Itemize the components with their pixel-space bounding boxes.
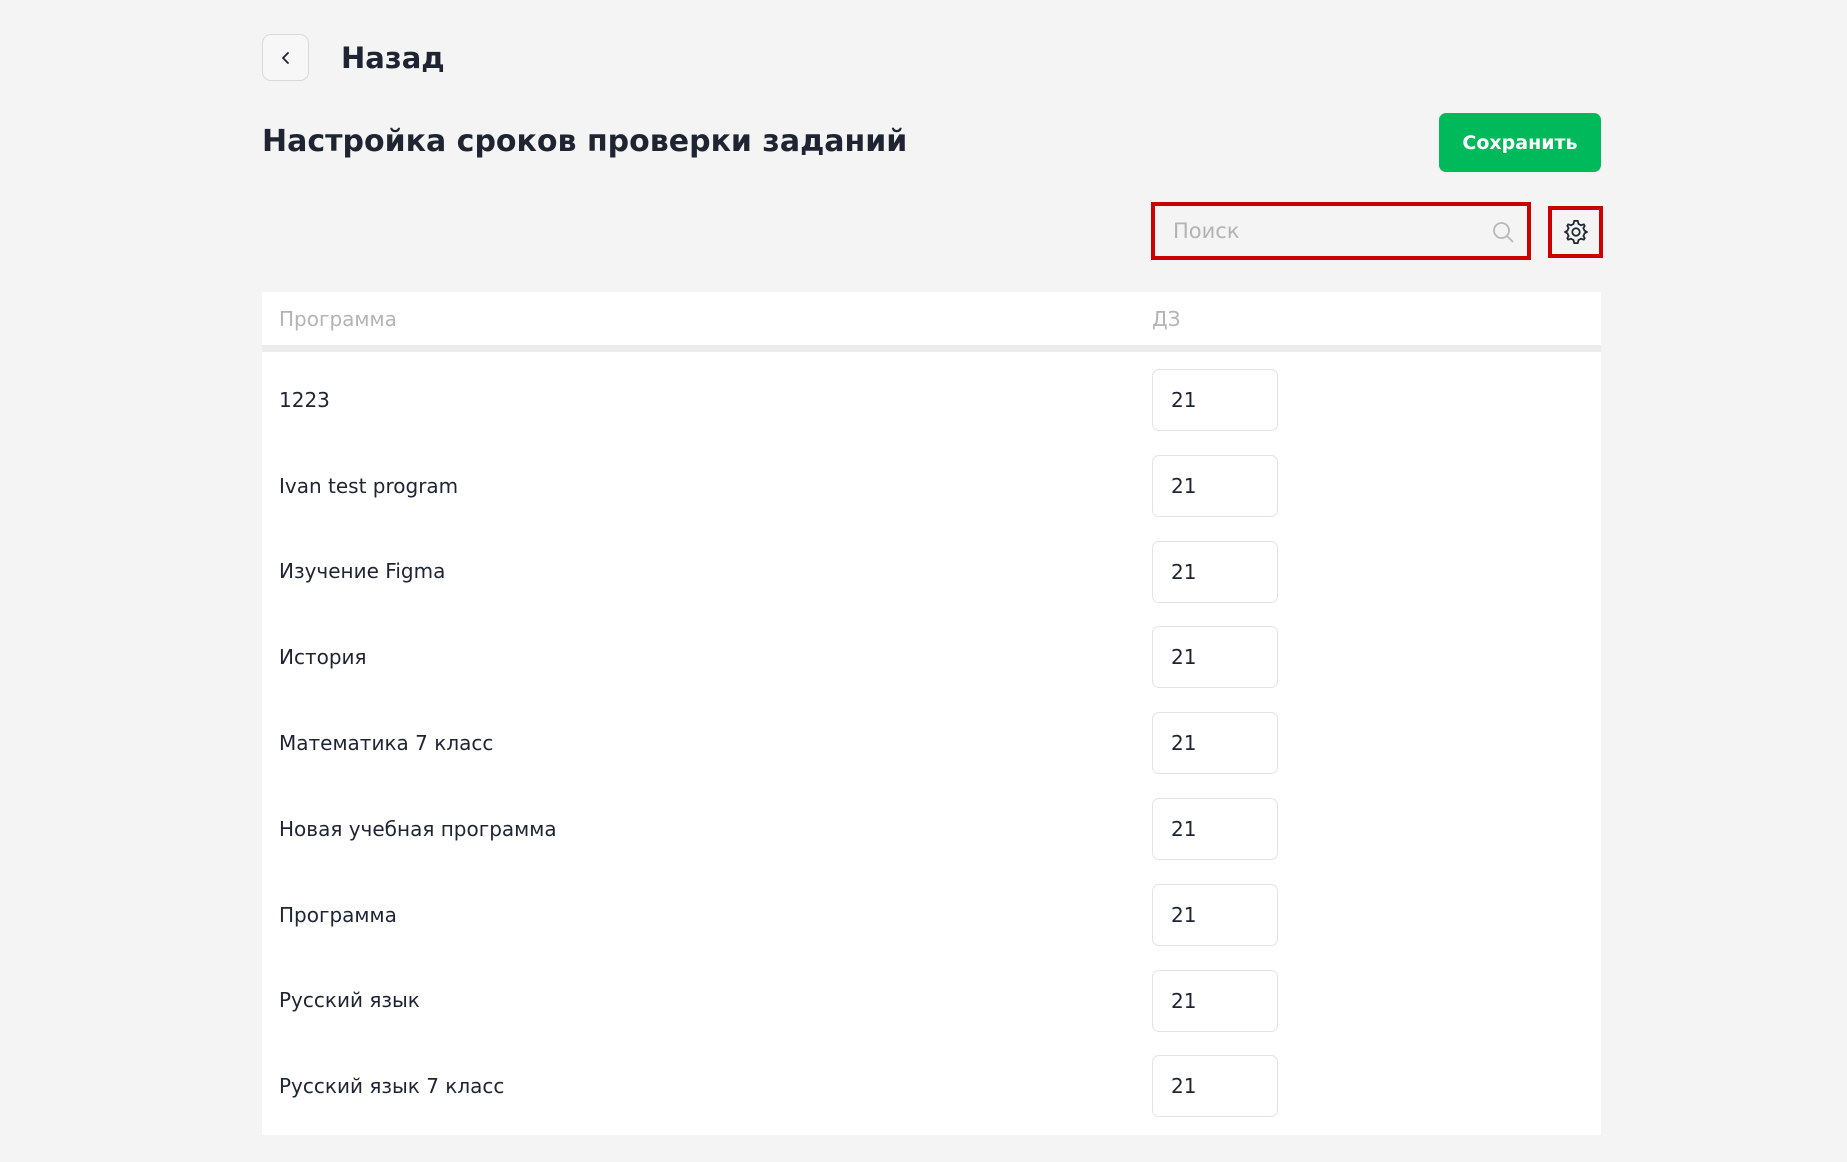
homework-days-input[interactable] [1152,369,1278,431]
search-box [1151,202,1531,260]
programs-table: Программа ДЗ 1223 Ivan test program Изуч… [262,292,1601,1136]
gear-icon [1563,220,1588,244]
table-row: Математика 7 класс [262,700,1601,786]
table-row: Русский язык [262,958,1601,1044]
homework-days-input[interactable] [1152,883,1278,946]
table-row: 1223 [262,357,1601,443]
program-name: Новая учебная программа [279,816,557,841]
program-name: Ivan test program [279,473,459,498]
homework-days-input[interactable] [1152,626,1278,689]
table-row: Изучение Figma [262,529,1601,615]
program-name: Программа [279,902,397,927]
search-input[interactable] [1155,206,1527,256]
table-row: Русский язык 7 класс [262,1043,1601,1129]
table-row: Ivan test program [262,443,1601,529]
table-row: Программа [262,872,1601,958]
program-name: История [279,645,367,670]
chevron-left-icon [281,51,289,64]
program-name: 1223 [279,387,330,412]
homework-days-input[interactable] [1152,1055,1278,1118]
table-header: Программа ДЗ [262,292,1601,352]
program-name: Русский язык [279,988,420,1013]
column-header-program: Программа [279,307,397,331]
back-link-label[interactable]: Назад [341,40,445,76]
back-button[interactable] [262,34,309,81]
homework-days-input[interactable] [1152,454,1278,517]
table-row: Новая учебная программа [262,786,1601,872]
column-header-homework: ДЗ [1152,307,1181,331]
settings-button[interactable] [1548,206,1603,258]
program-name: Изучение Figma [279,559,446,584]
save-button[interactable]: Сохранить [1439,113,1601,172]
homework-days-input[interactable] [1152,969,1278,1032]
page-title: Настройка сроков проверки заданий [262,124,908,159]
table-body: 1223 Ivan test program Изучение Figma Ис… [262,352,1601,1136]
homework-days-input[interactable] [1152,540,1278,603]
homework-days-input[interactable] [1152,797,1278,860]
table-row: История [262,614,1601,700]
program-name: Математика 7 класс [279,731,494,756]
search-icon[interactable] [1491,220,1515,244]
homework-days-input[interactable] [1152,712,1278,775]
program-name: Русский язык 7 класс [279,1074,505,1099]
